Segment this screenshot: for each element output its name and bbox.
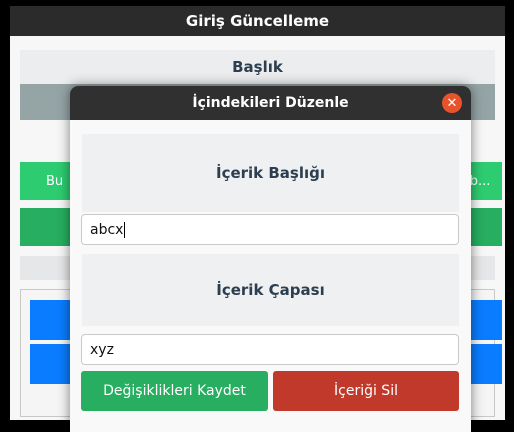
content-title-section: İçerik Başlığı (82, 134, 459, 212)
content-anchor-section: İçerik Çapası (82, 254, 459, 326)
delete-content-button[interactable]: İçeriği Sil (273, 371, 459, 411)
background-blue-button[interactable] (30, 300, 70, 340)
content-anchor-value: xyz (90, 341, 114, 358)
content-title-input[interactable]: abcx (81, 214, 459, 245)
close-icon[interactable]: ✕ (442, 93, 462, 113)
background-darkgreen-button-left[interactable] (20, 208, 70, 246)
background-blue-button[interactable] (30, 344, 70, 384)
save-changes-button[interactable]: Değişiklikleri Kaydet (81, 371, 268, 411)
content-anchor-label: İçerik Çapası (216, 281, 325, 299)
background-green-button-left[interactable]: Bu (20, 162, 70, 200)
content-title-value: abcx (90, 221, 124, 238)
text-cursor (124, 221, 126, 238)
background-window-title: Giriş Güncelleme (10, 6, 505, 36)
dialog-title: İçindekileri Düzenle (70, 86, 471, 120)
edit-contents-dialog: İçindekileri Düzenle ✕ İçerik Başlığı ab… (70, 86, 471, 432)
background-heading: Başlık (20, 50, 495, 84)
content-anchor-input[interactable]: xyz (81, 334, 459, 365)
content-title-label: İçerik Başlığı (215, 164, 326, 182)
